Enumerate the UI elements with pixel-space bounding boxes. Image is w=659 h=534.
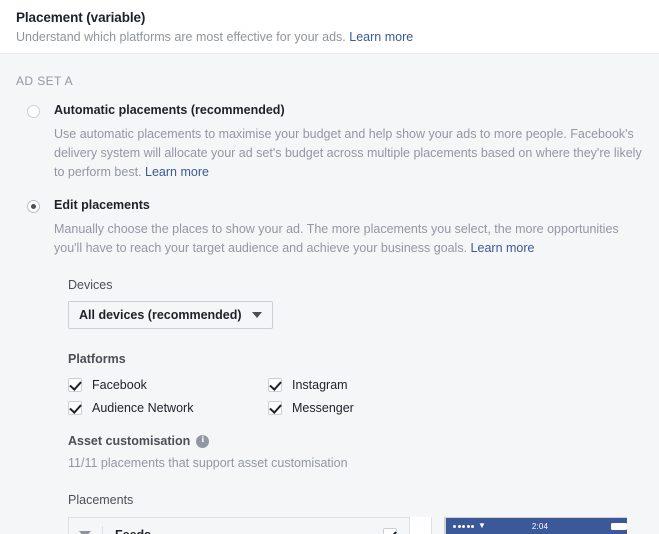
checkbox-audience-network-label: Audience Network xyxy=(92,401,194,415)
preview-gap-panel xyxy=(410,517,432,534)
battery-full-icon xyxy=(611,522,627,530)
header-learn-more-link[interactable]: Learn more xyxy=(349,30,413,44)
checkmark-icon[interactable] xyxy=(68,378,82,392)
page-subtitle: Understand which platforms are most effe… xyxy=(16,28,643,46)
placement-row-label: Feeds xyxy=(115,528,383,534)
checkbox-messenger[interactable]: Messenger xyxy=(268,400,468,416)
phone-status-bar: ▼ 2:04 xyxy=(446,518,627,534)
edit-learn-more-link[interactable]: Learn more xyxy=(471,241,535,255)
option-edit-title: Edit placements xyxy=(54,198,150,212)
option-automatic-placements[interactable]: Automatic placements (recommended) Use a… xyxy=(16,102,643,182)
devices-select[interactable]: All devices (recommended) xyxy=(68,301,273,329)
edit-placements-panel: Devices All devices (recommended) Platfo… xyxy=(16,277,643,534)
radio-edit-placements[interactable] xyxy=(27,200,40,213)
placements-label: Placements xyxy=(68,493,134,507)
ad-preview-phone-mockup: ▼ 2:04 Search xyxy=(444,517,627,534)
checkbox-instagram[interactable]: Instagram xyxy=(268,377,468,393)
asset-customisation-summary: 11/11 placements that support asset cust… xyxy=(68,456,348,470)
phone-clock: 2:04 xyxy=(531,521,549,531)
preview-spacer xyxy=(432,517,444,534)
platforms-label: Platforms xyxy=(68,352,126,366)
option-edit-description: Manually choose the places to show your … xyxy=(54,220,643,258)
checkbox-facebook[interactable]: Facebook xyxy=(68,377,268,393)
checkmark-icon[interactable] xyxy=(68,401,82,415)
placements-table: Feeds xyxy=(68,517,410,534)
table-row[interactable]: Feeds xyxy=(69,518,409,534)
automatic-learn-more-link[interactable]: Learn more xyxy=(145,165,209,179)
radio-automatic-placements[interactable] xyxy=(27,105,40,118)
placements-area: Feeds ▼ 2:04 xyxy=(68,517,627,534)
option-automatic-title: Automatic placements (recommended) xyxy=(54,103,285,117)
page-title: Placement (variable) xyxy=(16,10,146,25)
asset-customisation-title: Asset customisation xyxy=(68,434,191,448)
option-automatic-description: Use automatic placements to maximise you… xyxy=(54,125,643,182)
devices-selected-value: All devices (recommended) xyxy=(79,308,242,322)
checkmark-icon[interactable] xyxy=(268,401,282,415)
platforms-checkbox-group: Facebook Instagram Audience Network Mess… xyxy=(68,377,627,416)
devices-label: Devices xyxy=(68,278,113,292)
checkbox-messenger-label: Messenger xyxy=(292,401,354,415)
ad-set-label: AD SET A xyxy=(16,74,74,88)
checkmark-icon[interactable] xyxy=(268,378,282,392)
page-subtitle-text: Understand which platforms are most effe… xyxy=(16,30,346,44)
chevron-down-icon xyxy=(251,312,262,318)
checkbox-instagram-label: Instagram xyxy=(292,378,348,392)
placement-options: Automatic placements (recommended) Use a… xyxy=(0,102,659,534)
placement-settings-page: Placement (variable) Understand which pl… xyxy=(0,0,659,534)
checkbox-audience-network[interactable]: Audience Network xyxy=(68,400,268,416)
option-edit-placements[interactable]: Edit placements Manually choose the plac… xyxy=(16,197,643,258)
section-header: Placement (variable) Understand which pl… xyxy=(0,0,659,54)
asset-customisation-header: Asset customisation i xyxy=(68,434,627,448)
row-divider xyxy=(102,525,103,534)
info-icon[interactable]: i xyxy=(196,434,210,448)
checkbox-facebook-label: Facebook xyxy=(92,378,147,392)
checkmark-icon[interactable] xyxy=(383,527,397,534)
option-automatic-description-text: Use automatic placements to maximise you… xyxy=(54,127,642,179)
